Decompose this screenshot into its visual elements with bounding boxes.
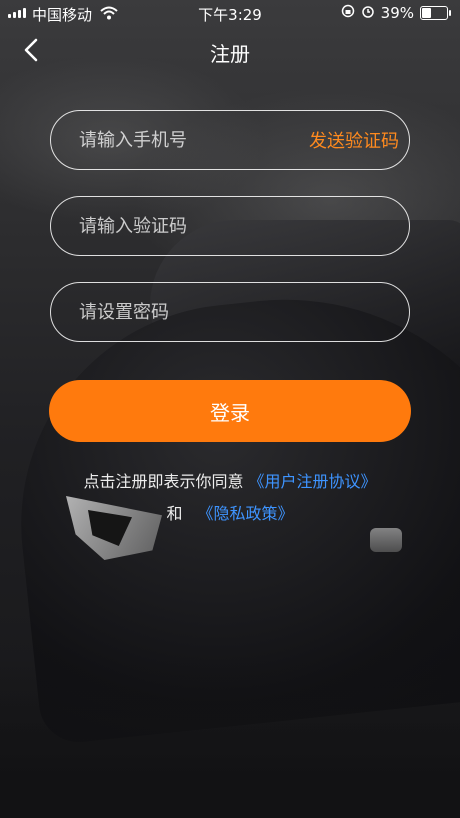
agreement-conjunction: 和 [166,504,183,523]
agreement-prefix: 点击注册即表示你同意 [83,472,244,491]
nav-bar: 注册 [0,26,460,74]
terms-link[interactable]: 《用户注册协议》 [249,472,377,491]
road-shadow [0,658,460,818]
verification-code-input[interactable] [79,197,379,255]
privacy-link[interactable]: 《隐私政策》 [198,504,294,523]
password-input[interactable] [79,283,379,341]
status-bar: 中国移动 下午3:29 39% [0,0,460,26]
battery-fill [422,8,431,18]
page-title: 注册 [210,42,250,66]
agreement-line-1: 点击注册即表示你同意 《用户注册协议》 [0,468,460,492]
battery-icon [420,6,451,20]
alarm-icon [361,4,375,22]
battery-percent: 39% [380,4,414,22]
status-right: 39% [341,4,451,22]
submit-button[interactable]: 登录 [49,380,411,442]
password-field [50,282,410,342]
car-badge [370,528,402,552]
rotation-lock-icon [341,4,355,22]
send-code-button[interactable]: 发送验证码 [309,111,399,169]
phone-field: 发送验证码 [50,110,410,170]
code-field [50,196,410,256]
phone-input[interactable] [79,111,289,169]
agreement-line-2: 和 《隐私政策》 [0,500,460,524]
